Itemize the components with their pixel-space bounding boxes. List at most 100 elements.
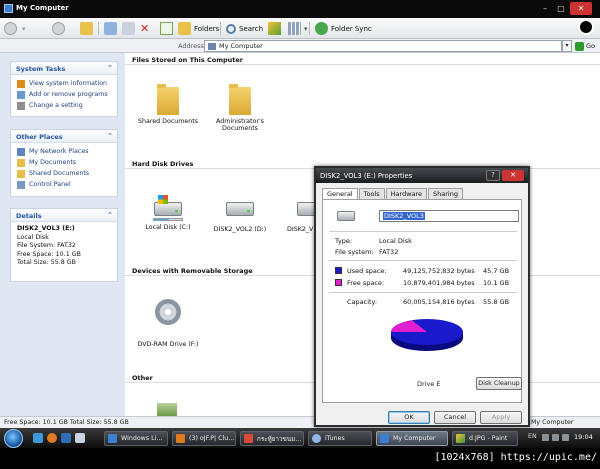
- system-tasks-header[interactable]: System Tasks ⌃: [11, 62, 117, 75]
- taskbar-label: My Computer: [393, 435, 436, 442]
- details-header[interactable]: Details ⌃: [11, 209, 117, 222]
- task-label: Change a setting: [29, 102, 83, 109]
- browser-icon: [176, 434, 185, 443]
- taskbar-windows-live[interactable]: Windows Li...: [104, 431, 168, 446]
- place-label: Shared Documents: [29, 170, 90, 177]
- item-shared-documents[interactable]: Shared Documents: [133, 84, 203, 125]
- go-label: Go: [586, 42, 596, 50]
- collapse-chevron-icon[interactable]: ⌃: [107, 211, 113, 219]
- place-my-documents[interactable]: My Documents: [17, 157, 113, 168]
- folders-button[interactable]: Folders: [178, 21, 219, 36]
- address-label: Address: [178, 42, 204, 50]
- address-dropdown[interactable]: ▾: [562, 40, 572, 52]
- other-places-header[interactable]: Other Places ⌃: [11, 130, 117, 143]
- show-desktop-icon[interactable]: [61, 433, 71, 443]
- task-view-system-info[interactable]: View system information: [17, 78, 113, 89]
- up-button[interactable]: [80, 21, 96, 36]
- details-free-space: Free Space: 10.1 GB: [17, 250, 81, 258]
- collapse-chevron-icon[interactable]: ⌃: [107, 132, 113, 140]
- programs-icon: [17, 90, 25, 99]
- item-label: DISK2_VOL2 (D:): [213, 226, 267, 233]
- details-panel: Details ⌃ DISK2_VOL3 (E:) Local Disk File…: [10, 208, 118, 282]
- item-local-disk-c[interactable]: Local Disk (C:): [133, 192, 203, 231]
- maximize-button[interactable]: □: [553, 2, 569, 15]
- tab-tools[interactable]: Tools: [358, 188, 385, 199]
- forward-button[interactable]: [52, 21, 68, 36]
- collapse-chevron-icon[interactable]: ⌃: [107, 64, 113, 72]
- volume-tray-icon[interactable]: [552, 434, 559, 441]
- task-label: View system information: [29, 80, 108, 87]
- my-computer-icon: [4, 4, 13, 13]
- group-removable-storage: Devices with Removable Storage: [132, 267, 253, 275]
- apply-button[interactable]: Apply: [480, 411, 522, 424]
- free-space-swatch: [335, 279, 342, 286]
- paint-icon: [456, 434, 465, 443]
- place-control-panel[interactable]: Control Panel: [17, 179, 113, 190]
- start-button[interactable]: [4, 429, 23, 448]
- item-dvd-ram-drive[interactable]: DVD-RAM Drive (F:): [133, 299, 203, 348]
- cancel-button[interactable]: Cancel: [434, 411, 476, 424]
- item-other[interactable]: [155, 403, 179, 416]
- delete-button[interactable]: ✕: [140, 21, 149, 36]
- itunes-icon: [312, 434, 321, 443]
- move-to-icon: [104, 22, 117, 35]
- minimize-button[interactable]: –: [537, 2, 553, 15]
- item-disk2-vol3[interactable]: DISK2_V: [277, 192, 325, 233]
- taskbar-label: กระทู้ยาวขนม...: [257, 435, 302, 443]
- folders-label: Folders: [194, 24, 220, 33]
- forward-arrow-icon: [52, 22, 65, 35]
- back-button[interactable]: [4, 21, 20, 36]
- ie-icon[interactable]: [33, 433, 43, 443]
- dialog-close-button[interactable]: ✕: [502, 170, 524, 181]
- close-button[interactable]: ✕: [570, 2, 592, 15]
- edit-button[interactable]: [268, 21, 284, 36]
- copy-to-button[interactable]: [122, 21, 138, 36]
- security-tray-icon[interactable]: [562, 434, 569, 441]
- tab-sharing[interactable]: Sharing: [428, 188, 463, 199]
- screen: My Computer – □ ✕ ▾ ✕ Folders Search ▾ F…: [0, 0, 600, 469]
- move-to-button[interactable]: [104, 21, 120, 36]
- hard-drive-icon: [154, 195, 182, 216]
- taskbar-my-computer[interactable]: My Computer: [376, 431, 448, 446]
- clock[interactable]: 19:04: [574, 433, 593, 441]
- capacity-bytes: 60,005,154,816 bytes: [403, 298, 475, 306]
- search-button[interactable]: Search: [226, 21, 263, 36]
- system-tasks-panel: System Tasks ⌃ View system information Ad…: [10, 61, 118, 117]
- documents-folder-icon: [17, 158, 25, 167]
- disk-usage-pie: [391, 319, 463, 351]
- place-my-network-places[interactable]: My Network Places: [17, 146, 113, 157]
- used-space-swatch: [335, 267, 342, 274]
- folder-sync-button[interactable]: Folder Sync: [315, 21, 372, 36]
- my-computer-icon: [380, 434, 389, 443]
- go-button[interactable]: Go: [575, 40, 597, 52]
- taskbar-browser-1[interactable]: (3) oJF.P| Clu...: [172, 431, 236, 446]
- views-button[interactable]: ▾: [288, 21, 308, 36]
- search-icon: [226, 23, 236, 34]
- volume-name-input[interactable]: DISK2_VOL3: [379, 210, 519, 222]
- ok-button[interactable]: OK: [388, 411, 430, 424]
- folder-up-icon: [80, 22, 93, 35]
- free-space-gb: 10.1 GB: [483, 279, 510, 287]
- dialog-tabs: General Tools Hardware Sharing: [322, 188, 464, 200]
- item-administrator-documents[interactable]: Administrator's Documents: [205, 84, 275, 132]
- place-shared-documents[interactable]: Shared Documents: [17, 168, 113, 179]
- task-change-setting[interactable]: Change a setting: [17, 100, 113, 111]
- network-tray-icon[interactable]: [542, 434, 549, 441]
- properties-button[interactable]: [160, 21, 176, 36]
- switch-windows-icon[interactable]: [75, 433, 85, 443]
- address-input[interactable]: My Computer: [204, 40, 562, 52]
- taskbar-itunes[interactable]: iTunes: [308, 431, 372, 446]
- taskbar-paint[interactable]: d.JPG - Paint: [452, 431, 518, 446]
- tab-hardware[interactable]: Hardware: [385, 188, 428, 199]
- task-add-remove-programs[interactable]: Add or remove programs: [17, 89, 113, 100]
- back-dropdown[interactable]: ▾: [22, 21, 26, 36]
- help-button[interactable]: ?: [486, 170, 500, 181]
- firefox-icon[interactable]: [47, 433, 57, 443]
- language-indicator[interactable]: EN: [528, 433, 537, 440]
- disk-cleanup-button[interactable]: Disk Cleanup: [476, 377, 522, 390]
- item-label: Shared Documents: [137, 118, 199, 125]
- watermark: [1024x768] https://upic.me/: [434, 452, 597, 463]
- item-disk2-vol2[interactable]: DISK2_VOL2 (D:): [205, 192, 275, 233]
- taskbar-browser-2[interactable]: กระทู้ยาวขนม...: [240, 431, 304, 446]
- status-right: My Computer: [531, 419, 574, 426]
